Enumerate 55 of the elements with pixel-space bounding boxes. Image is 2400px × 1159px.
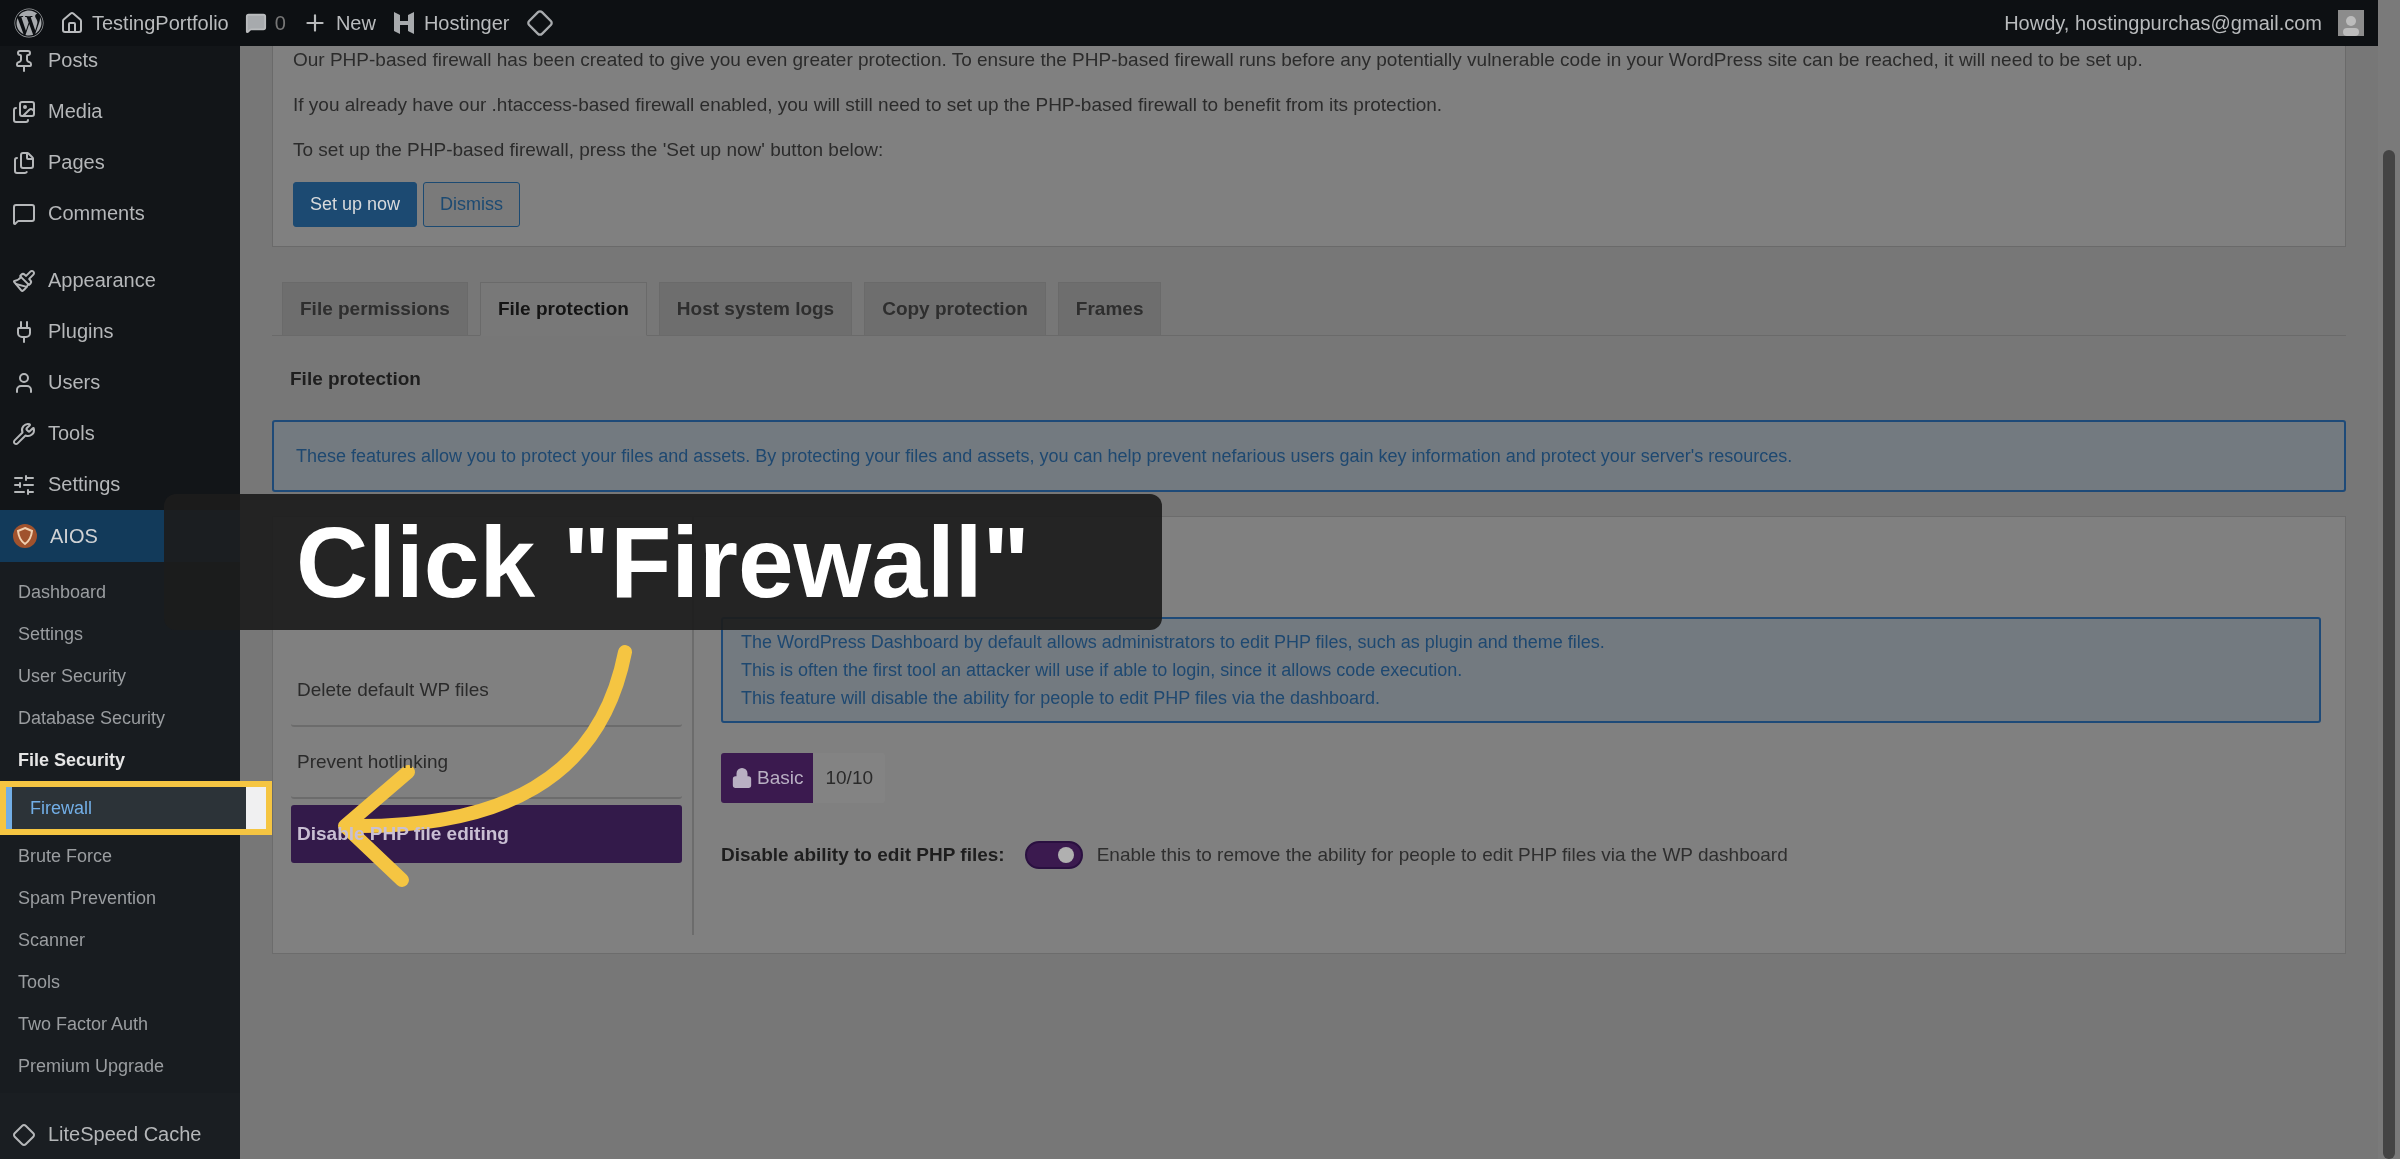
menu-icon bbox=[12, 150, 36, 175]
submenu-item[interactable]: Tools bbox=[0, 961, 69, 1003]
feature-item[interactable]: Prevent hotlinking bbox=[291, 727, 682, 799]
site-link[interactable]: TestingPortfolio bbox=[92, 11, 229, 35]
diamond-icon bbox=[12, 1122, 36, 1147]
h-logo-icon bbox=[391, 10, 416, 36]
setting-hint: Enable this to remove the ability for people to edit PHP files via the WP dashboard bbox=[1096, 844, 1788, 866]
submenu-item[interactable]: File Security bbox=[0, 739, 134, 781]
menu-item[interactable]: Media bbox=[0, 86, 240, 137]
greeting-link[interactable]: Howdy, hostingpurchas@gmail.com bbox=[2004, 11, 2322, 35]
menu-item[interactable]: Users bbox=[0, 357, 240, 408]
intro-text: These features allow you to protect your files and assets. By protecting your files and assets, you can help prevent nefarious users gain key information and protect your server's resources. bbox=[272, 420, 2346, 492]
feature-item[interactable]: Delete default WP files bbox=[291, 655, 682, 727]
menu-icon bbox=[12, 99, 36, 124]
level-badge: Basic bbox=[721, 753, 814, 803]
notice-text: Our PHP-based firewall has been created to give you even greater protection. To ensure the PHP-based firewall runs before any potentially vulnerable code in your WordPress site can be reached, it will need to be set up. bbox=[293, 48, 2144, 72]
notice-text: To set up the PHP-based firewall, press the 'Set up now' button below: bbox=[293, 138, 885, 162]
toggle-switch[interactable] bbox=[1024, 841, 1083, 869]
description-text: This is often the first tool an attacker will use if able to login, since it allows code execution. bbox=[741, 659, 1464, 682]
setup-button[interactable]: Set up now bbox=[293, 182, 418, 227]
shield-logo-icon bbox=[12, 523, 38, 549]
section-title: File protection bbox=[290, 367, 422, 391]
description-text: The WordPress Dashboard by default allows administrators to edit PHP files, such as plugin and theme files. bbox=[741, 631, 1606, 654]
menu-item[interactable]: Tools bbox=[0, 408, 240, 459]
menu-item[interactable]: Plugins bbox=[0, 306, 240, 357]
hosting-link[interactable]: Hostinger bbox=[423, 11, 510, 35]
submenu-item[interactable]: Scanner bbox=[0, 919, 94, 961]
logo-icon[interactable] bbox=[14, 8, 44, 38]
submenu-item[interactable]: Spam Prevention bbox=[0, 877, 165, 919]
callout-text: Click "Firewall" bbox=[164, 494, 1162, 630]
submenu-item[interactable]: Brute Force bbox=[0, 835, 121, 877]
submenu-item[interactable]: User Security bbox=[0, 655, 135, 697]
menu-icon bbox=[12, 421, 36, 446]
menu-item[interactable]: Pages bbox=[0, 137, 240, 188]
comment-count[interactable]: 0 bbox=[274, 11, 286, 35]
setting-label: Disable ability to edit PHP files: bbox=[721, 844, 1005, 866]
menu-item[interactable]: Comments bbox=[0, 188, 240, 239]
submenu-item[interactable]: Settings bbox=[0, 613, 92, 655]
submenu-item[interactable]: Dashboard bbox=[0, 571, 115, 613]
menu-item[interactable]: Appearance bbox=[0, 255, 240, 306]
home-icon bbox=[60, 11, 84, 35]
submenu-item[interactable]: Premium Upgrade bbox=[0, 1045, 173, 1087]
menu-icon bbox=[12, 268, 36, 293]
menu-icon bbox=[12, 201, 36, 226]
description-text: This feature will disable the ability for people to edit PHP files via the dashboard. bbox=[741, 687, 1382, 710]
submenu-item[interactable]: Database Security bbox=[0, 697, 174, 739]
tab[interactable]: File protection bbox=[479, 282, 647, 336]
comment-icon bbox=[244, 12, 267, 34]
submenu-item[interactable]: Firewall bbox=[6, 787, 246, 829]
notice-text: If you already have our .htaccess-based firewall enabled, you will still need to set up the PHP-based firewall to benefit from its protection. bbox=[293, 93, 1444, 117]
diamond-icon[interactable] bbox=[525, 9, 554, 37]
submenu-item[interactable]: Two Factor Auth bbox=[0, 1003, 157, 1045]
menu-icon bbox=[12, 472, 36, 497]
lock-icon bbox=[731, 767, 753, 789]
new-link[interactable]: New bbox=[335, 11, 376, 35]
